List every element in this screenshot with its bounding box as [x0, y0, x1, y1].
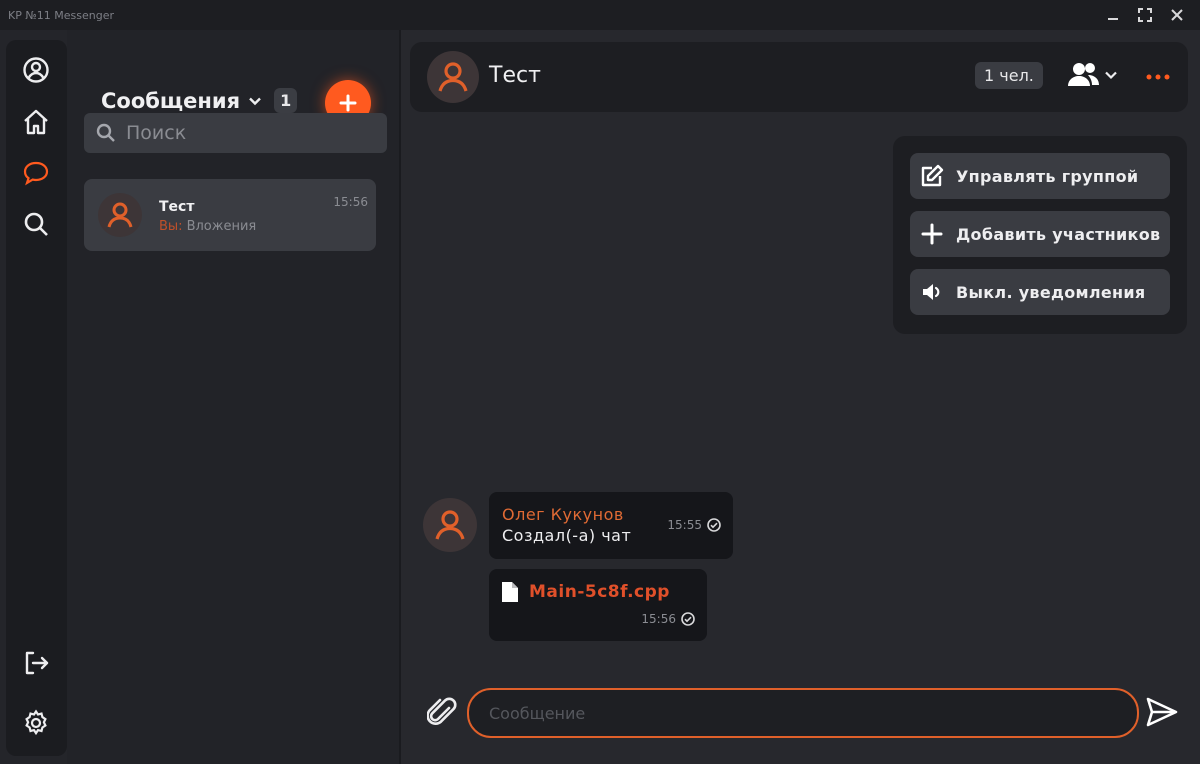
avatar	[98, 193, 142, 237]
chat-list-title: Сообщения	[101, 88, 241, 113]
message-input-box	[467, 688, 1139, 738]
more-options-button[interactable]	[1146, 68, 1170, 86]
menu-item-label: Добавить участников	[956, 224, 1161, 244]
chevron-down-icon	[249, 97, 261, 105]
message-text: Создал(-а) чат	[502, 526, 632, 545]
maximize-button[interactable]	[1136, 6, 1154, 24]
avatar[interactable]	[423, 498, 477, 552]
message-sender: Олег Кукунов	[502, 505, 624, 524]
chat-title: Тест	[489, 63, 541, 88]
edit-icon	[921, 164, 944, 187]
settings-icon	[25, 709, 47, 736]
window-controls	[1104, 6, 1186, 24]
home-icon	[24, 109, 48, 135]
send-icon	[1146, 697, 1178, 727]
chat-header: Тест 1 чел.	[410, 42, 1188, 112]
chat-icon	[23, 161, 49, 186]
search-box	[84, 113, 387, 153]
message-meta: 15:56	[641, 612, 695, 626]
logout-button[interactable]	[21, 648, 51, 678]
chats-button[interactable]	[21, 158, 51, 188]
members-count: 1 чел.	[975, 62, 1043, 89]
avatar	[427, 51, 479, 103]
search-nav-button[interactable]	[21, 209, 51, 239]
mute-menu-item[interactable]: Выкл. уведомления	[910, 269, 1170, 315]
message-bubble[interactable]: Олег Кукунов Создал(-а) чат 15:55	[489, 492, 733, 559]
speaker-icon	[923, 284, 940, 300]
add-members-menu-item[interactable]: Добавить участников	[910, 211, 1170, 257]
search-input[interactable]	[126, 122, 366, 144]
file-icon	[502, 582, 518, 602]
window-title: KP №11 Messenger	[8, 8, 115, 22]
home-button[interactable]	[21, 107, 51, 137]
file-name: Main-5c8f.cpp	[529, 582, 670, 602]
read-check-icon	[707, 518, 721, 532]
logout-icon	[25, 651, 49, 675]
plus-icon	[339, 94, 357, 112]
settings-button[interactable]	[21, 708, 51, 738]
message-time: 15:56	[641, 612, 676, 626]
chat-count-badge: 1	[274, 88, 298, 113]
chat-name: Тест	[159, 199, 195, 215]
title-bar: KP №11 Messenger	[0, 0, 1200, 30]
members-button[interactable]	[1066, 60, 1118, 90]
users-icon	[1068, 63, 1099, 86]
chat-preview: Вы: Вложения	[159, 219, 256, 234]
profile-button[interactable]	[21, 55, 51, 85]
manage-group-menu-item[interactable]: Управлять группой	[910, 153, 1170, 199]
message-input[interactable]	[489, 703, 1109, 723]
file-attachment[interactable]: Main-5c8f.cpp	[501, 581, 670, 603]
close-button[interactable]	[1168, 6, 1186, 24]
attach-button[interactable]	[426, 696, 457, 728]
message-meta: 15:55	[667, 518, 721, 532]
chat-list-item[interactable]: Тест 15:56 Вы: Вложения	[84, 179, 376, 251]
more-dots-icon	[1146, 74, 1170, 80]
minimize-icon	[1108, 18, 1118, 20]
message-time: 15:55	[667, 518, 702, 532]
preview-prefix: Вы:	[159, 219, 183, 234]
menu-item-label: Выкл. уведомления	[956, 282, 1146, 302]
chat-time: 15:56	[333, 195, 368, 209]
chat-list-header[interactable]: Сообщения 1	[101, 88, 298, 113]
nav-rail	[6, 40, 67, 756]
chevron-down-icon	[1105, 71, 1117, 80]
close-icon	[1171, 9, 1183, 21]
maximize-icon	[1138, 8, 1152, 22]
profile-icon	[23, 57, 49, 83]
paperclip-icon	[426, 697, 457, 725]
chat-options-menu: Управлять группой Добавить участников Вы…	[893, 136, 1187, 334]
search-icon	[24, 212, 48, 236]
plus-icon	[921, 223, 943, 245]
menu-item-label: Управлять группой	[956, 166, 1139, 186]
chat-area: Тест 1 чел. Управлять группой Добавить у…	[401, 30, 1200, 764]
read-check-icon	[681, 612, 695, 626]
file-message-bubble[interactable]: Main-5c8f.cpp 15:56	[489, 569, 707, 641]
minimize-button[interactable]	[1104, 6, 1122, 24]
preview-text: Вложения	[186, 219, 257, 234]
search-icon	[96, 123, 115, 142]
chat-list-panel: Сообщения 1 Тест 15:56 Вы:Вложения	[67, 30, 399, 764]
send-button[interactable]	[1145, 696, 1179, 728]
